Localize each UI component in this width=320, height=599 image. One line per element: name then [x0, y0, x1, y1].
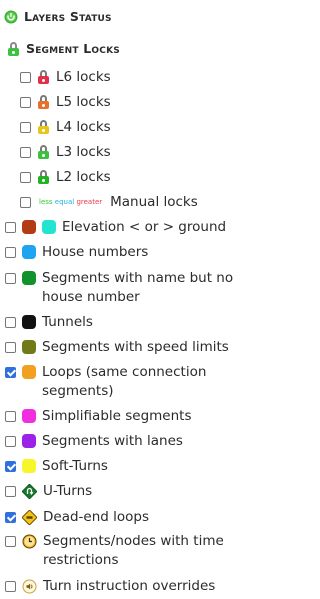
layer-house-numbers-checkbox[interactable]	[5, 246, 16, 258]
lock-l2-row[interactable]: L2 locks	[20, 168, 111, 186]
lock-l3-label: L3 locks	[56, 144, 111, 160]
layer-time-restrictions-label: Segments/nodes with time restrictions	[43, 533, 224, 568]
lock-icon	[37, 145, 50, 159]
layer-time-restrictions-checkbox[interactable]	[5, 536, 16, 547]
lock-l5-checkbox[interactable]	[20, 96, 31, 108]
lock-l2-checkbox[interactable]	[20, 171, 31, 183]
lock-l3-row[interactable]: L3 locks	[20, 143, 111, 161]
layer-loops-checkbox[interactable]	[5, 367, 16, 378]
color-swatch	[22, 365, 36, 379]
manual-locks-label: Manual locks	[110, 194, 198, 210]
layers-status-title: Layers Status	[24, 9, 112, 24]
layer-soft-turns-label: Soft-Turns	[42, 458, 108, 474]
layer-elevation-row[interactable]: Elevation < or > ground	[5, 218, 226, 236]
layer-turn-instructions-label: Turn instruction overrides	[43, 578, 216, 594]
layer-soft-turns-checkbox[interactable]	[5, 460, 16, 472]
layer-speed-limits-row[interactable]: Segments with speed limits	[5, 338, 229, 356]
layer-turn-instructions-row[interactable]: Turn instruction overrides	[5, 577, 215, 595]
u-turn-sign-icon	[22, 483, 37, 499]
status-ok-icon	[4, 10, 18, 23]
dead-end-sign-icon	[22, 509, 37, 525]
layer-elevation-checkbox[interactable]	[5, 221, 16, 233]
layer-loops-row[interactable]: Loops (same connection segments)	[5, 363, 232, 401]
lock-l6-label: L6 locks	[56, 69, 111, 85]
layers-status-header: Layers Status	[4, 9, 112, 24]
lock-icon	[37, 170, 50, 184]
layer-lanes-row[interactable]: Segments with lanes	[5, 432, 183, 450]
layer-tunnels-label: Tunnels	[42, 314, 93, 330]
layer-simplifiable-checkbox[interactable]	[5, 410, 16, 422]
layer-no-house-number-checkbox[interactable]	[5, 273, 16, 284]
layer-house-numbers-row[interactable]: House numbers	[5, 243, 148, 261]
segment-locks-title: Segment Locks	[26, 41, 120, 56]
layer-tunnels-row[interactable]: Tunnels	[5, 313, 93, 331]
manual-locks-row[interactable]: less equal greater Manual locks	[20, 193, 198, 211]
layer-speed-limits-label: Segments with speed limits	[42, 339, 229, 355]
manual-locks-checkbox[interactable]	[20, 196, 31, 208]
lock-icon	[37, 70, 50, 84]
layer-simplifiable-label: Simplifiable segments	[42, 408, 192, 424]
lock-l3-checkbox[interactable]	[20, 146, 31, 158]
layer-lanes-checkbox[interactable]	[5, 435, 16, 447]
elevation-above-swatch	[42, 220, 56, 234]
lock-l4-row[interactable]: L4 locks	[20, 118, 111, 136]
lock-l5-label: L5 locks	[56, 94, 111, 110]
lock-l4-checkbox[interactable]	[20, 121, 31, 133]
layer-turn-instructions-checkbox[interactable]	[5, 580, 16, 592]
layer-tunnels-checkbox[interactable]	[5, 316, 16, 328]
color-swatch	[22, 245, 36, 259]
lock-l2-label: L2 locks	[56, 169, 111, 185]
color-swatch	[22, 459, 36, 473]
lock-icon	[37, 95, 50, 109]
elevation-below-swatch	[22, 220, 36, 234]
segment-locks-header: Segment Locks	[7, 41, 120, 56]
lock-l6-checkbox[interactable]	[20, 71, 31, 83]
layer-dead-end-loops-label: Dead-end loops	[43, 509, 150, 525]
lock-l5-row[interactable]: L5 locks	[20, 93, 111, 111]
layer-u-turns-label: U-Turns	[43, 483, 93, 499]
layer-u-turns-row[interactable]: U-Turns	[5, 482, 92, 500]
legend-equal: equal	[54, 198, 75, 206]
clock-icon	[22, 534, 37, 549]
layer-u-turns-checkbox[interactable]	[5, 485, 16, 497]
manual-locks-legend: less equal greater	[39, 193, 102, 211]
layer-no-house-number-label: Segments with name but no house number	[42, 270, 234, 305]
color-swatch	[22, 315, 36, 329]
lock-l6-row[interactable]: L6 locks	[20, 68, 111, 86]
layer-elevation-label: Elevation < or > ground	[62, 219, 227, 235]
layer-simplifiable-row[interactable]: Simplifiable segments	[5, 407, 191, 425]
color-swatch	[22, 409, 36, 423]
layer-dead-end-loops-row[interactable]: Dead-end loops	[5, 508, 149, 526]
layer-no-house-number-row[interactable]: Segments with name but no house number	[5, 269, 250, 307]
layer-dead-end-loops-checkbox[interactable]	[5, 511, 16, 523]
layer-soft-turns-row[interactable]: Soft-Turns	[5, 457, 108, 475]
color-swatch	[22, 340, 36, 354]
legend-greater: greater	[76, 198, 103, 206]
color-swatch	[22, 271, 36, 285]
legend-less: less	[39, 198, 53, 206]
lock-l4-label: L4 locks	[56, 119, 111, 135]
layer-lanes-label: Segments with lanes	[42, 433, 183, 449]
layer-loops-label: Loops (same connection segments)	[42, 364, 207, 399]
layer-time-restrictions-row[interactable]: Segments/nodes with time restrictions	[5, 532, 243, 570]
lock-icon	[37, 120, 50, 134]
color-swatch	[22, 434, 36, 448]
speaker-icon	[22, 579, 37, 593]
layer-house-numbers-label: House numbers	[42, 244, 149, 260]
lock-icon	[7, 41, 20, 56]
layer-speed-limits-checkbox[interactable]	[5, 341, 16, 353]
